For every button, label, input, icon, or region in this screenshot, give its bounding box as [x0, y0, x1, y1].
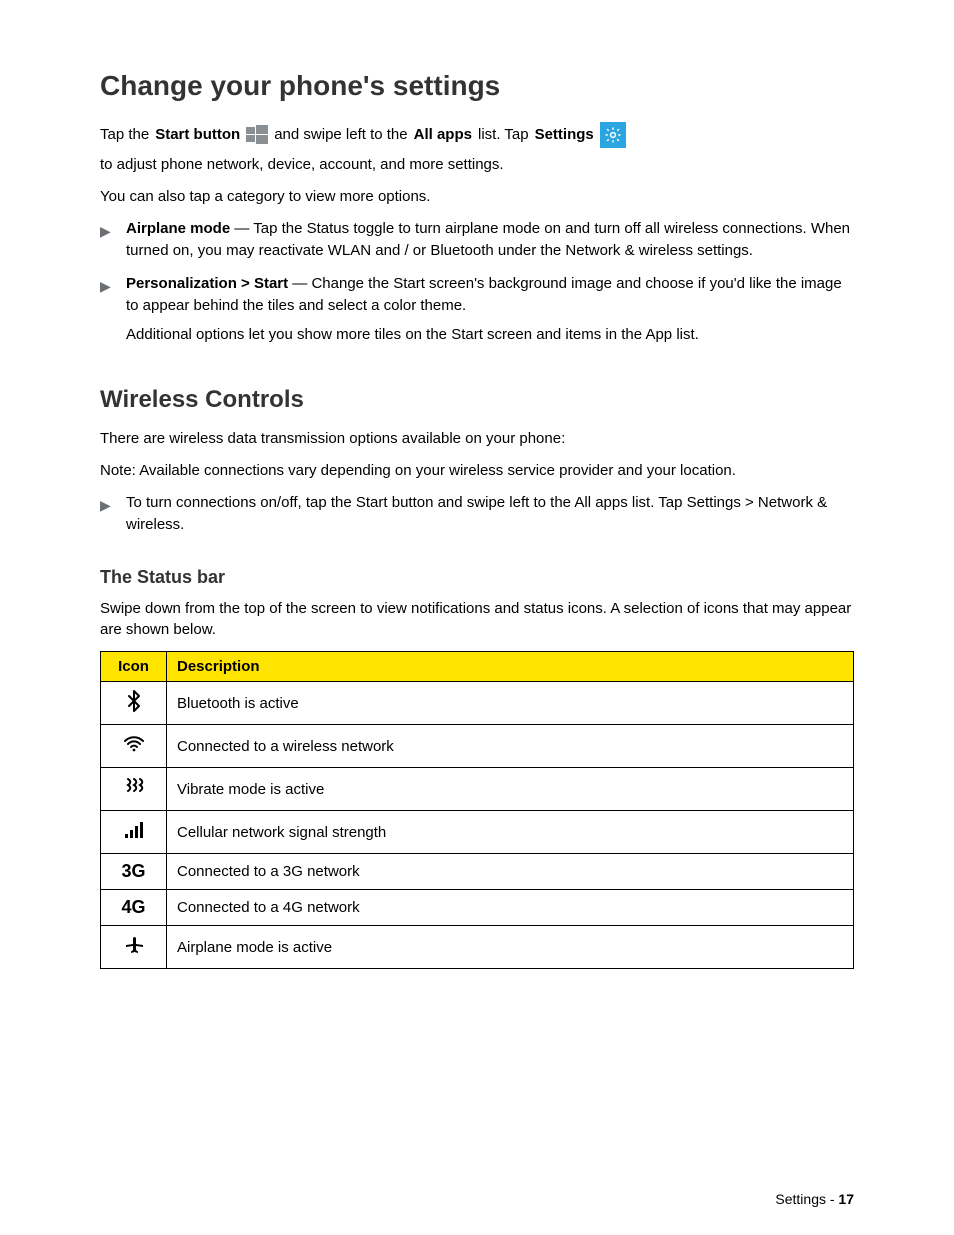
bullet-personalization-sub: Additional options let you show more til…: [126, 324, 854, 347]
table-row: Cellular network signal strength: [101, 811, 854, 854]
heading-status-bar: The Status bar: [100, 567, 854, 588]
status-description: Connected to a 4G network: [167, 890, 854, 926]
airplane-icon: [122, 933, 146, 957]
table-row: Airplane mode is active: [101, 926, 854, 969]
windows-start-icon: [246, 124, 268, 146]
status-description: Cellular network signal strength: [167, 811, 854, 854]
bullet-marker-icon: ▶: [100, 218, 112, 263]
bullet-airplane-body: — Tap the Status toggle to turn airplane…: [126, 220, 850, 260]
text-fragment: list. Tap: [478, 122, 529, 148]
bullet-marker-icon: ▶: [100, 273, 112, 318]
wireless-note-text: Note: Available connections vary dependi…: [100, 460, 854, 482]
page-number: Settings - 17: [775, 1191, 854, 1207]
text-fragment: and swipe left to the: [274, 122, 407, 148]
bullet-wireless-body: To turn connections on/off, tap the Star…: [126, 492, 854, 537]
text-settings-word: Settings: [535, 122, 594, 148]
status-description: Airplane mode is active: [167, 926, 854, 969]
bullet-airplane-mode: ▶ Airplane mode — Tap the Status toggle …: [100, 218, 854, 263]
status-icon-airplane: [101, 926, 167, 969]
signal-icon: [122, 818, 146, 842]
text-fragment: Tap the: [100, 122, 149, 148]
status-icon-4g: 4G: [101, 890, 167, 926]
status-icon-vibrate: [101, 768, 167, 811]
status-description: Connected to a wireless network: [167, 725, 854, 768]
bullet-personalization-title: Personalization > Start: [126, 275, 288, 292]
settings-instruction-second: You can also tap a category to view more…: [100, 186, 854, 208]
wireless-intro-text: There are wireless data transmission opt…: [100, 428, 854, 450]
4g-icon: 4G: [121, 897, 145, 918]
settings-gear-icon: [600, 122, 626, 148]
status-description: Bluetooth is active: [167, 682, 854, 725]
heading-change-settings: Change your phone's settings: [100, 70, 854, 102]
3g-icon: 3G: [121, 861, 145, 882]
heading-wireless-controls: Wireless Controls: [100, 386, 854, 414]
status-description: Vibrate mode is active: [167, 768, 854, 811]
status-icons-table: Icon Description Bluetooth is activeConn…: [100, 651, 854, 969]
status-icon-3g: 3G: [101, 854, 167, 890]
bullet-personalization: ▶ Personalization > Start — Change the S…: [100, 273, 854, 318]
table-header-description: Description: [167, 652, 854, 682]
table-row: Bluetooth is active: [101, 682, 854, 725]
settings-instruction-tail: to adjust phone network, device, account…: [100, 154, 854, 176]
status-intro-text: Swipe down from the top of the screen to…: [100, 598, 854, 642]
settings-instruction-line: Tap the Start button and swipe left to t…: [100, 122, 854, 148]
table-row: Vibrate mode is active: [101, 768, 854, 811]
wifi-icon: [122, 732, 146, 756]
bullet-airplane-title: Airplane mode: [126, 220, 230, 237]
text-start-button: Start button: [155, 122, 240, 148]
status-icon-wifi: [101, 725, 167, 768]
status-icon-signal: [101, 811, 167, 854]
table-row: 3G Connected to a 3G network: [101, 854, 854, 890]
vibrate-icon: [122, 775, 146, 799]
bluetooth-icon: [122, 689, 146, 713]
status-description: Connected to a 3G network: [167, 854, 854, 890]
bullet-marker-icon: ▶: [100, 492, 112, 537]
table-row: Connected to a wireless network: [101, 725, 854, 768]
text-all-apps: All apps: [414, 122, 472, 148]
table-row: 4G Connected to a 4G network: [101, 890, 854, 926]
status-icon-bluetooth: [101, 682, 167, 725]
table-header-icon: Icon: [101, 652, 167, 682]
bullet-wireless-toggle: ▶ To turn connections on/off, tap the St…: [100, 492, 854, 537]
